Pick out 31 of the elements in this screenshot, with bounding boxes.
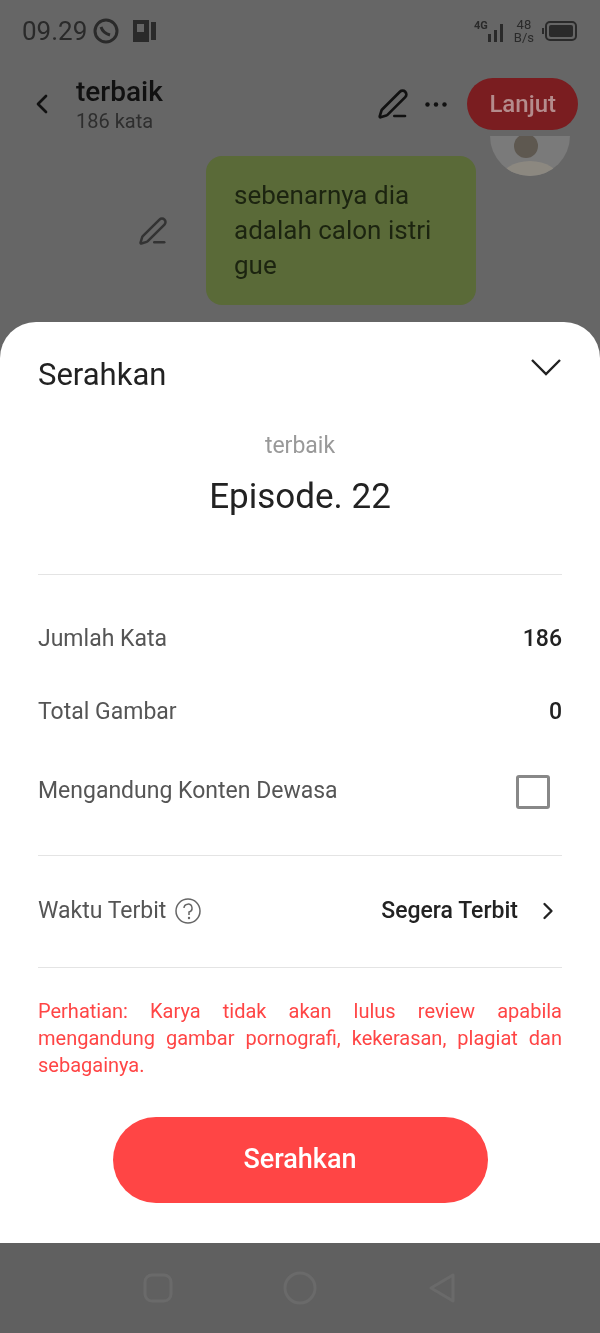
more-icon	[425, 101, 448, 107]
speed-value: 48	[516, 18, 532, 31]
edit-message-icon[interactable]	[138, 215, 168, 246]
network-label: 4G	[474, 19, 488, 31]
chevron-down-icon	[530, 358, 562, 377]
warning-text: Perhatian: Karya tidak akan lulus review apabila mengandung gambar pornografi, kekerasan, plagiat dan sebagainya.	[38, 966, 562, 1079]
battery-icon	[542, 21, 578, 41]
app-notification-icon	[133, 18, 158, 44]
edit-button[interactable]	[377, 88, 410, 120]
row-label: Total Gambar	[38, 696, 177, 727]
collapse-button[interactable]	[530, 358, 562, 377]
edit-icon	[377, 88, 410, 120]
row-value: 186	[522, 623, 562, 654]
word-count: 186 kata	[76, 109, 155, 134]
more-button[interactable]	[425, 101, 448, 107]
status-time: 09.29	[22, 14, 88, 48]
help-icon[interactable]	[174, 897, 203, 925]
publish-time-label: Waktu Terbit	[38, 895, 167, 926]
speed-unit: B/s	[513, 31, 534, 44]
adult-content-checkbox[interactable]	[516, 774, 550, 809]
episode-title: Episode. 22	[209, 475, 391, 519]
next-button[interactable]: Lanjut	[467, 78, 578, 130]
header-title: terbaik	[76, 74, 163, 109]
sheet-title: Serahkan	[38, 355, 167, 395]
submit-button[interactable]: Serahkan	[112, 1116, 488, 1203]
story-title: terbaik	[264, 430, 336, 461]
row-label: Jumlah Kata	[38, 623, 167, 654]
message-bubble: sebenarnya dia adalah calon istri gue	[206, 156, 476, 305]
publish-time-select[interactable]: Segera Terbit	[381, 893, 562, 929]
row-value: 0	[548, 696, 562, 727]
row-label: Mengandung Konten Dewasa	[38, 776, 338, 807]
